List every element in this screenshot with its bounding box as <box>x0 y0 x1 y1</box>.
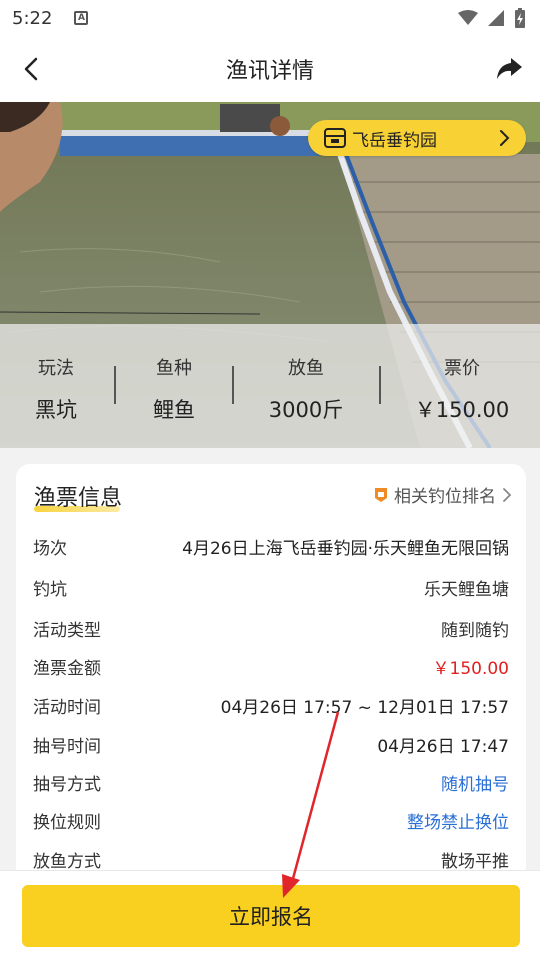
venue-name: 飞岳垂钓园 <box>352 130 437 151</box>
stat-value: 黑坑 <box>35 398 77 422</box>
info-row-session: 场次 4月26日上海飞岳垂钓园·乐天鲤鱼无限回锅 <box>16 526 526 564</box>
stat-label: 票价 <box>444 358 480 379</box>
row-label: 活动时间 <box>33 698 101 718</box>
bottom-action-bar: 立即报名 <box>0 870 540 960</box>
row-label: 钓坑 <box>33 580 67 600</box>
stat-label: 放鱼 <box>288 358 324 379</box>
share-icon[interactable] <box>494 54 524 84</box>
signal-icon <box>488 10 504 26</box>
row-value: 04月26日 17:47 <box>377 737 509 757</box>
stat-value: 鲤鱼 <box>153 398 195 422</box>
signup-button[interactable]: 立即报名 <box>22 885 520 947</box>
rank-link-label: 相关钓位排名 <box>394 487 496 507</box>
shop-icon <box>324 128 346 148</box>
row-value: 04月26日 17:57 ~ 12月01日 17:57 <box>220 698 509 718</box>
battery-charging-icon <box>515 8 525 28</box>
stat-label: 玩法 <box>38 358 74 379</box>
row-label: 活动类型 <box>33 621 101 641</box>
page-title: 渔讯详情 <box>225 59 314 84</box>
hero-photo: 飞岳垂钓园 玩法 黑坑 鱼种 鲤鱼 放鱼 3000斤 票价 ￥150.00 <box>0 102 540 448</box>
row-value: 乐天鲤鱼塘 <box>424 580 509 600</box>
divider <box>379 366 381 404</box>
row-value-link[interactable]: 整场禁止换位 <box>407 808 509 833</box>
row-label: 渔票金额 <box>33 659 101 679</box>
wifi-icon <box>458 10 478 25</box>
navigation-bar: 渔讯详情 <box>0 36 540 102</box>
related-rank-link[interactable]: 相关钓位排名 <box>374 482 512 507</box>
stat-fish-release: 放鱼 3000斤 <box>258 354 354 424</box>
ticket-info-card: 渔票信息 相关钓位排名 场次 4月26日上海飞岳垂钓园·乐天鲤鱼无限回锅 钓坑 … <box>16 464 526 884</box>
row-value: 散场平推 <box>441 852 509 872</box>
info-row-seat-change-rule: 换位规则 整场禁止换位 <box>16 800 526 838</box>
stat-value: ￥150.00 <box>414 398 510 422</box>
row-label: 抽号时间 <box>33 737 101 757</box>
stat-value: 3000斤 <box>268 398 344 422</box>
info-row-draw-method: 抽号方式 随机抽号 <box>16 762 526 800</box>
row-label: 换位规则 <box>33 813 101 833</box>
divider <box>114 366 116 404</box>
venue-link[interactable]: 飞岳垂钓园 <box>308 120 526 156</box>
row-value-link[interactable]: 随机抽号 <box>441 770 509 795</box>
row-label: 放鱼方式 <box>33 852 101 872</box>
status-bar: 5:22 A <box>0 0 540 36</box>
divider <box>232 366 234 404</box>
info-row-draw-time: 抽号时间 04月26日 17:47 <box>16 724 526 762</box>
row-label: 场次 <box>33 539 67 559</box>
row-value: 4月26日上海飞岳垂钓园·乐天鲤鱼无限回锅 <box>182 539 509 559</box>
status-time: 5:22 <box>12 7 53 29</box>
chevron-right-icon <box>503 487 512 502</box>
stat-playstyle: 玩法 黑坑 <box>26 354 86 424</box>
a-notification-icon: A <box>74 11 89 25</box>
fishing-stats: 玩法 黑坑 鱼种 鲤鱼 放鱼 3000斤 票价 ￥150.00 <box>0 324 540 448</box>
info-row-activity-time: 活动时间 04月26日 17:57 ~ 12月01日 17:57 <box>16 685 526 723</box>
chevron-right-icon <box>500 130 510 146</box>
info-row-activity-type: 活动类型 随到随钓 <box>16 608 526 646</box>
stat-fish-species: 鱼种 鲤鱼 <box>144 354 204 424</box>
stat-ticket-price: 票价 ￥150.00 <box>412 354 512 424</box>
row-value: ￥150.00 <box>432 659 509 679</box>
row-label: 抽号方式 <box>33 775 101 795</box>
card-title: 渔票信息 <box>34 486 123 511</box>
chevron-left-icon[interactable] <box>18 54 48 84</box>
stat-label: 鱼种 <box>156 358 192 379</box>
row-value: 随到随钓 <box>441 621 509 641</box>
info-row-pond: 钓坑 乐天鲤鱼塘 <box>16 567 526 605</box>
rank-badge-icon <box>375 487 387 502</box>
info-row-ticket-amount: 渔票金额 ￥150.00 <box>16 646 526 684</box>
